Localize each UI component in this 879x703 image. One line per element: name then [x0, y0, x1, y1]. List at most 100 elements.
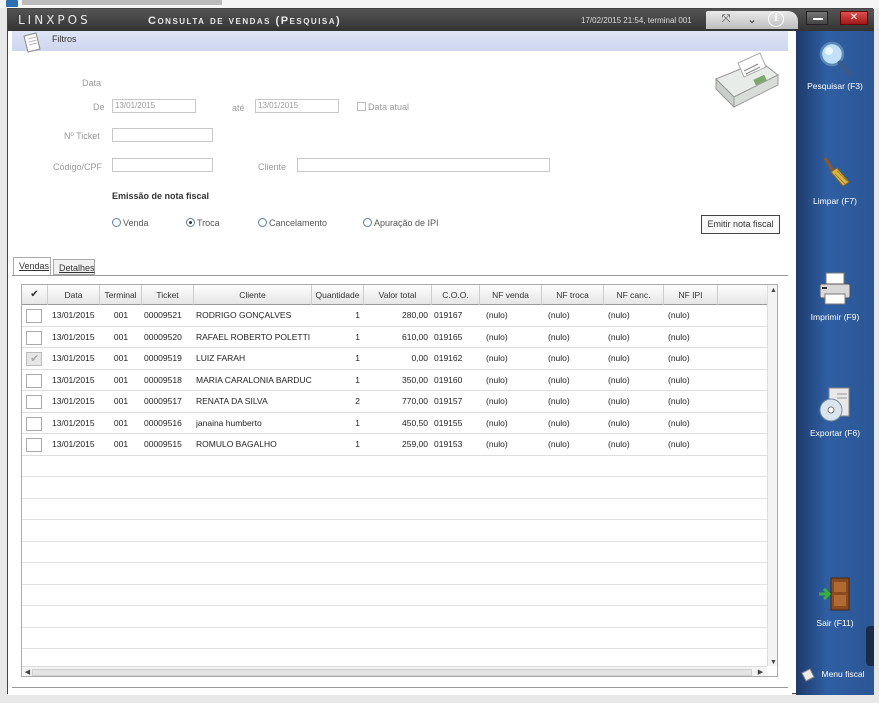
col-nf-ipi[interactable]: NF IPI	[664, 285, 718, 305]
col-ticket[interactable]: Ticket	[142, 285, 194, 305]
cell-quantidade: 1	[355, 310, 360, 320]
vertical-scrollbar[interactable]: ▲ ▼	[767, 285, 777, 668]
fullscreen-icon[interactable]: ⤧	[718, 13, 734, 26]
row-checkbox[interactable]	[26, 330, 42, 345]
cell-cliente: ROMULO BAGALHO	[196, 439, 277, 449]
table-row[interactable]: ✔ 13/01/2015 001 00009519 LUIZ FARAH 1 0,00 019…	[22, 348, 767, 370]
cell-nf-venda: (nulo)	[486, 353, 508, 363]
cell-nf-troca: (nulo)	[548, 353, 570, 363]
check-all-header[interactable]: ✔	[22, 285, 48, 305]
cell-nf-venda: (nulo)	[486, 310, 508, 320]
radio-venda[interactable]	[112, 218, 121, 227]
cell-valor: 280,00	[402, 310, 428, 320]
chevron-down-icon[interactable]: ⌄	[744, 13, 760, 26]
app-logo: LINXPOS	[18, 13, 91, 27]
tab-detalhes[interactable]: Detalhes	[53, 259, 95, 275]
date-from-input[interactable]: 13/01/2015	[112, 99, 196, 113]
table-row[interactable]: 13/01/2015 001 00009520 RAFAEL ROBERTO POLE…	[22, 327, 767, 348]
magnifier-icon	[819, 41, 853, 77]
cell-ticket: 00009516	[144, 417, 182, 428]
cell-nf-venda: (nulo)	[486, 417, 508, 428]
export-action-button[interactable]: Exportar (F6)	[796, 386, 874, 456]
exit-door-icon	[819, 577, 850, 611]
radio-apuracao-ipi[interactable]	[363, 218, 372, 227]
scroll-right-icon[interactable]: ▶	[755, 667, 766, 676]
col-data[interactable]: Data	[48, 285, 100, 305]
cell-coo: 019160	[434, 374, 463, 385]
ticket-input[interactable]	[112, 128, 213, 142]
search-action-button[interactable]: Pesquisar (F3)	[796, 39, 874, 109]
radio-cancelamento[interactable]	[258, 218, 267, 227]
scroll-down-icon[interactable]: ▼	[768, 657, 777, 668]
table-row[interactable]: 13/01/2015 001 00009515 ROMULO BAGALHO 1 259,…	[22, 434, 767, 456]
date-to-label: até	[232, 103, 245, 113]
date-to-input[interactable]: 13/01/2015	[255, 99, 339, 113]
print-action-label: Imprimir (F9)	[810, 312, 860, 322]
fiscal-printer-icon	[715, 52, 779, 109]
tab-vendas[interactable]: Vendas	[13, 257, 51, 275]
close-button[interactable]: ✕	[840, 11, 868, 25]
client-label: Cliente	[258, 162, 287, 172]
table-row[interactable]: 13/01/2015 001 00009517 RENATA DA SILVA 2 770…	[22, 391, 767, 413]
cell-valor: 610,00	[402, 331, 428, 342]
radio-apuracao-ipi-label: Apuração de IPI	[374, 218, 439, 228]
cell-nf-troca: (nulo)	[548, 331, 570, 342]
cell-nf-canc: (nulo)	[608, 353, 630, 363]
col-valor-total[interactable]: Valor total	[364, 285, 432, 305]
current-date-checkbox[interactable]	[357, 102, 366, 111]
cell-nf-canc: (nulo)	[608, 331, 630, 342]
row-checkbox[interactable]	[26, 416, 42, 431]
os-top-strip	[0, 0, 879, 8]
empty-row	[22, 542, 767, 563]
os-title-fragment	[22, 0, 222, 5]
date-from-label: De	[93, 102, 105, 112]
row-checkbox[interactable]: ✔	[26, 352, 42, 366]
table-row[interactable]: 13/01/2015 001 00009518 MARIA CARALONIA BAR…	[22, 370, 767, 391]
cell-ticket: 00009515	[144, 439, 182, 449]
title-bar: LINXPOS Consulta de vendas (Pesquisa) 17…	[8, 9, 874, 31]
cell-valor: 259,00	[402, 439, 428, 449]
row-checkbox[interactable]	[26, 395, 42, 409]
exit-action-button[interactable]: Sair (F11)	[796, 576, 874, 646]
cell-cliente: RAFAEL ROBERTO POLETTI	[196, 331, 311, 342]
radio-cancelamento-label: Cancelamento	[269, 218, 328, 228]
clear-action-button[interactable]: Limpar (F7)	[796, 154, 874, 224]
cell-ticket: 00009519	[144, 353, 182, 363]
info-icon[interactable]: i	[768, 11, 784, 27]
minimize-button[interactable]	[806, 11, 828, 25]
emit-invoice-button[interactable]: Emitir nota fiscal	[701, 215, 780, 234]
horizontal-scroll-thumb[interactable]	[32, 669, 752, 676]
scroll-up-icon[interactable]: ▲	[768, 285, 777, 296]
row-checkbox[interactable]	[26, 309, 42, 323]
action-sidebar: Pesquisar (F3) Limpar (F7) Imprimir (F9)	[796, 31, 874, 695]
cell-cliente: MARIA CARALONIA BARDUCO	[196, 374, 312, 385]
cell-terminal: 001	[113, 374, 129, 385]
empty-row	[22, 585, 767, 606]
row-checkbox[interactable]	[26, 373, 42, 388]
menu-fiscal-button[interactable]: Menu fiscal	[796, 659, 874, 689]
row-checkbox[interactable]	[26, 438, 42, 452]
exit-action-label: Sair (F11)	[816, 618, 854, 628]
col-nf-troca[interactable]: NF troca	[542, 285, 604, 305]
col-quantidade[interactable]: Quantidade	[312, 285, 364, 305]
col-nf-canc[interactable]: NF canc.	[604, 285, 664, 305]
cell-nf-troca: (nulo)	[548, 374, 570, 385]
table-row[interactable]: 13/01/2015 001 00009516 janaina humberto 1 45…	[22, 413, 767, 434]
cell-terminal: 001	[113, 417, 129, 428]
cell-ticket: 00009518	[144, 374, 182, 385]
client-input[interactable]	[297, 158, 550, 172]
horizontal-scrollbar[interactable]: ◀ ▶	[22, 666, 767, 676]
col-terminal[interactable]: Terminal	[100, 285, 142, 305]
print-action-button[interactable]: Imprimir (F9)	[796, 270, 874, 340]
empty-row	[22, 606, 767, 628]
col-nf-venda[interactable]: NF venda	[480, 285, 542, 305]
title-icon-group: ⤧ ⌄	[706, 11, 798, 29]
cell-nf-canc: (nulo)	[608, 417, 630, 428]
table-row[interactable]: 13/01/2015 001 00009521 RODRIGO GONÇALVES 1 2…	[22, 305, 767, 327]
col-coo[interactable]: C.O.O.	[432, 285, 480, 305]
radio-troca[interactable]	[186, 218, 195, 227]
cell-quantidade: 1	[355, 331, 360, 342]
cpf-input[interactable]	[112, 158, 213, 172]
col-cliente[interactable]: Cliente	[194, 285, 312, 305]
cell-ticket: 00009521	[144, 310, 182, 320]
